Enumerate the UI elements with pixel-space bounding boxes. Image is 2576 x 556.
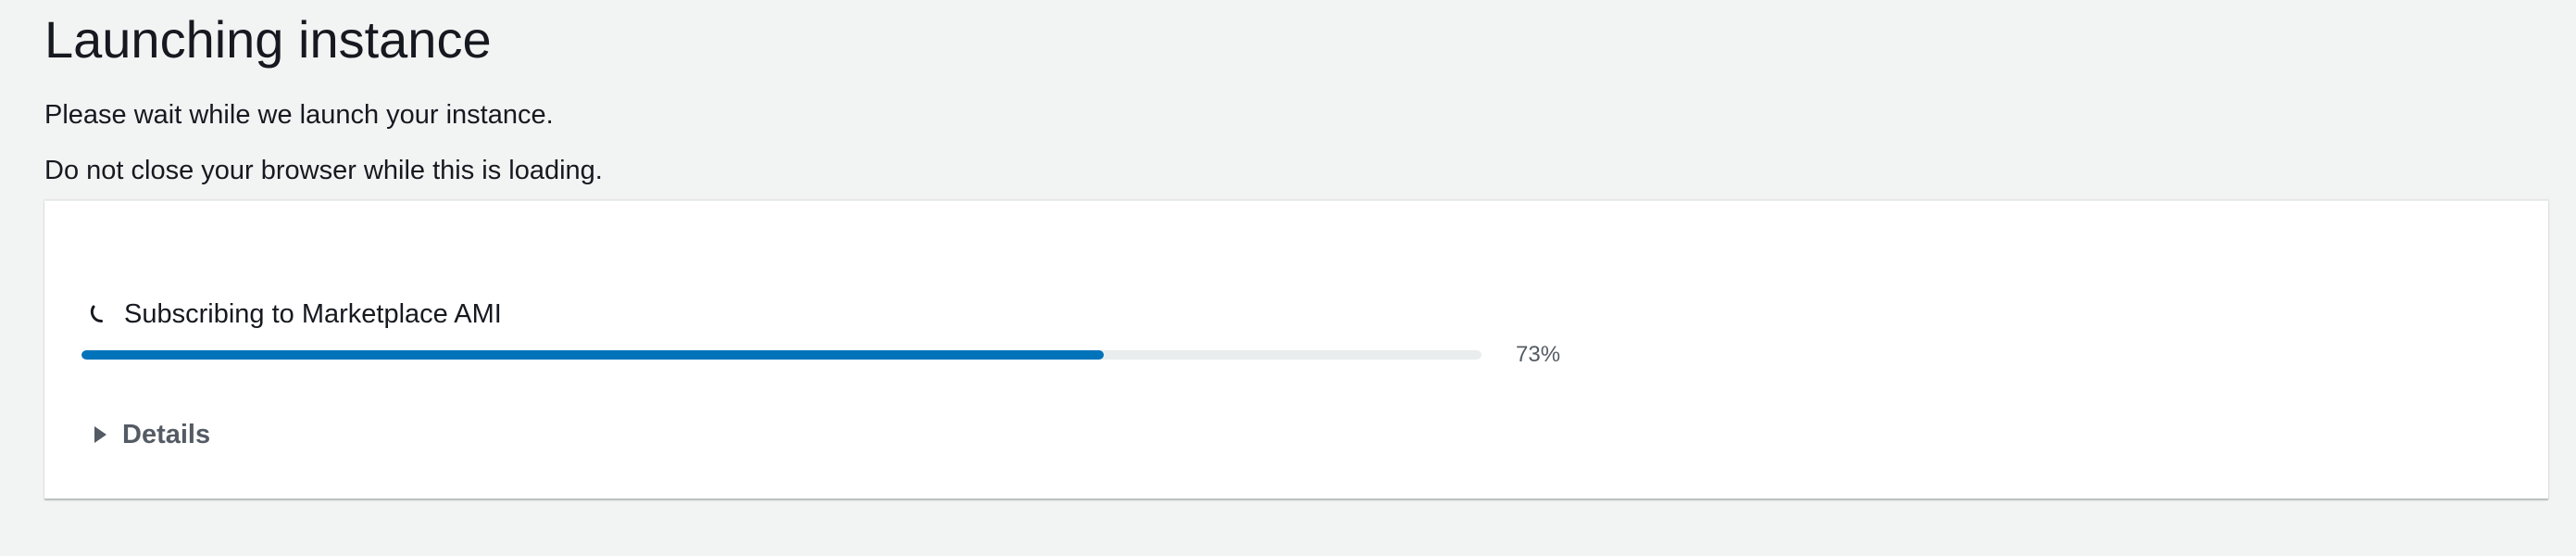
- page-title: Launching instance: [44, 10, 492, 69]
- progress-percent: 73%: [1516, 342, 1561, 367]
- progress-bar: [81, 350, 1482, 360]
- progress-bar-fill: [81, 350, 1104, 360]
- browser-warning-message: Do not close your browser while this is …: [44, 156, 603, 185]
- launch-step: Subscribing to Marketplace AMI: [81, 296, 502, 333]
- launch-progress-card: Subscribing to Marketplace AMI 73% Detai…: [44, 200, 2548, 499]
- caret-right-icon: [91, 423, 109, 446]
- launch-page: Launching instance Please wait while we …: [44, 0, 2550, 556]
- wait-message: Please wait while we launch your instanc…: [44, 100, 554, 130]
- details-label: Details: [122, 420, 211, 449]
- launch-step-label: Subscribing to Marketplace AMI: [124, 299, 502, 329]
- spinner-icon: [81, 304, 106, 328]
- details-expander[interactable]: Details: [91, 416, 210, 453]
